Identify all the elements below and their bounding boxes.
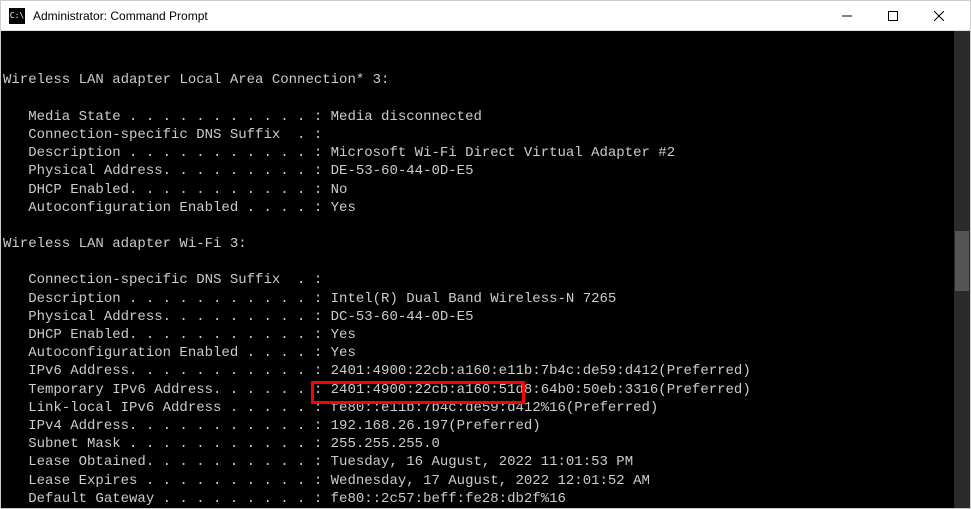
terminal-line bbox=[3, 217, 970, 235]
terminal-line: Description . . . . . . . . . . . : Inte… bbox=[3, 290, 970, 308]
terminal-output[interactable]: Wireless LAN adapter Local Area Connecti… bbox=[1, 31, 970, 508]
minimize-button[interactable] bbox=[824, 1, 870, 31]
terminal-line: IPv6 Address. . . . . . . . . . . : 2401… bbox=[3, 362, 970, 380]
terminal-line: Link-local IPv6 Address . . . . . : fe80… bbox=[3, 399, 970, 417]
terminal-line: Temporary IPv6 Address. . . . . . : 2401… bbox=[3, 381, 970, 399]
terminal-line: DHCP Enabled. . . . . . . . . . . : No bbox=[3, 181, 970, 199]
titlebar[interactable]: C:\ Administrator: Command Prompt bbox=[1, 1, 970, 31]
close-button[interactable] bbox=[916, 1, 962, 31]
terminal-line: Lease Expires . . . . . . . . . . : Wedn… bbox=[3, 472, 970, 490]
terminal-line bbox=[3, 253, 970, 271]
window-controls bbox=[824, 1, 962, 31]
terminal-line: Default Gateway . . . . . . . . . : fe80… bbox=[3, 490, 970, 508]
terminal-line: Physical Address. . . . . . . . . : DC-5… bbox=[3, 308, 970, 326]
terminal-line bbox=[3, 90, 970, 108]
window-title: Administrator: Command Prompt bbox=[33, 9, 824, 23]
terminal-line: IPv4 Address. . . . . . . . . . . : 192.… bbox=[3, 417, 970, 435]
terminal-line: Physical Address. . . . . . . . . : DE-5… bbox=[3, 162, 970, 180]
scrollbar-thumb[interactable] bbox=[955, 231, 969, 291]
maximize-button[interactable] bbox=[870, 1, 916, 31]
terminal-content: Wireless LAN adapter Local Area Connecti… bbox=[3, 71, 970, 508]
terminal-line: DHCP Enabled. . . . . . . . . . . : Yes bbox=[3, 326, 970, 344]
cmd-icon: C:\ bbox=[9, 8, 25, 24]
command-prompt-window: C:\ Administrator: Command Prompt Wirele… bbox=[0, 0, 971, 509]
terminal-line: Media State . . . . . . . . . . . : Medi… bbox=[3, 108, 970, 126]
terminal-line: Lease Obtained. . . . . . . . . . : Tues… bbox=[3, 453, 970, 471]
terminal-line: Autoconfiguration Enabled . . . . : Yes bbox=[3, 199, 970, 217]
terminal-line: Wireless LAN adapter Wi-Fi 3: bbox=[3, 235, 970, 253]
terminal-line: Connection-specific DNS Suffix . : bbox=[3, 271, 970, 289]
terminal-line: Connection-specific DNS Suffix . : bbox=[3, 126, 970, 144]
terminal-line: Subnet Mask . . . . . . . . . . . : 255.… bbox=[3, 435, 970, 453]
terminal-line: Wireless LAN adapter Local Area Connecti… bbox=[3, 71, 970, 89]
terminal-line: Description . . . . . . . . . . . : Micr… bbox=[3, 144, 970, 162]
terminal-line: Autoconfiguration Enabled . . . . : Yes bbox=[3, 344, 970, 362]
terminal-scrollbar[interactable] bbox=[954, 31, 970, 508]
